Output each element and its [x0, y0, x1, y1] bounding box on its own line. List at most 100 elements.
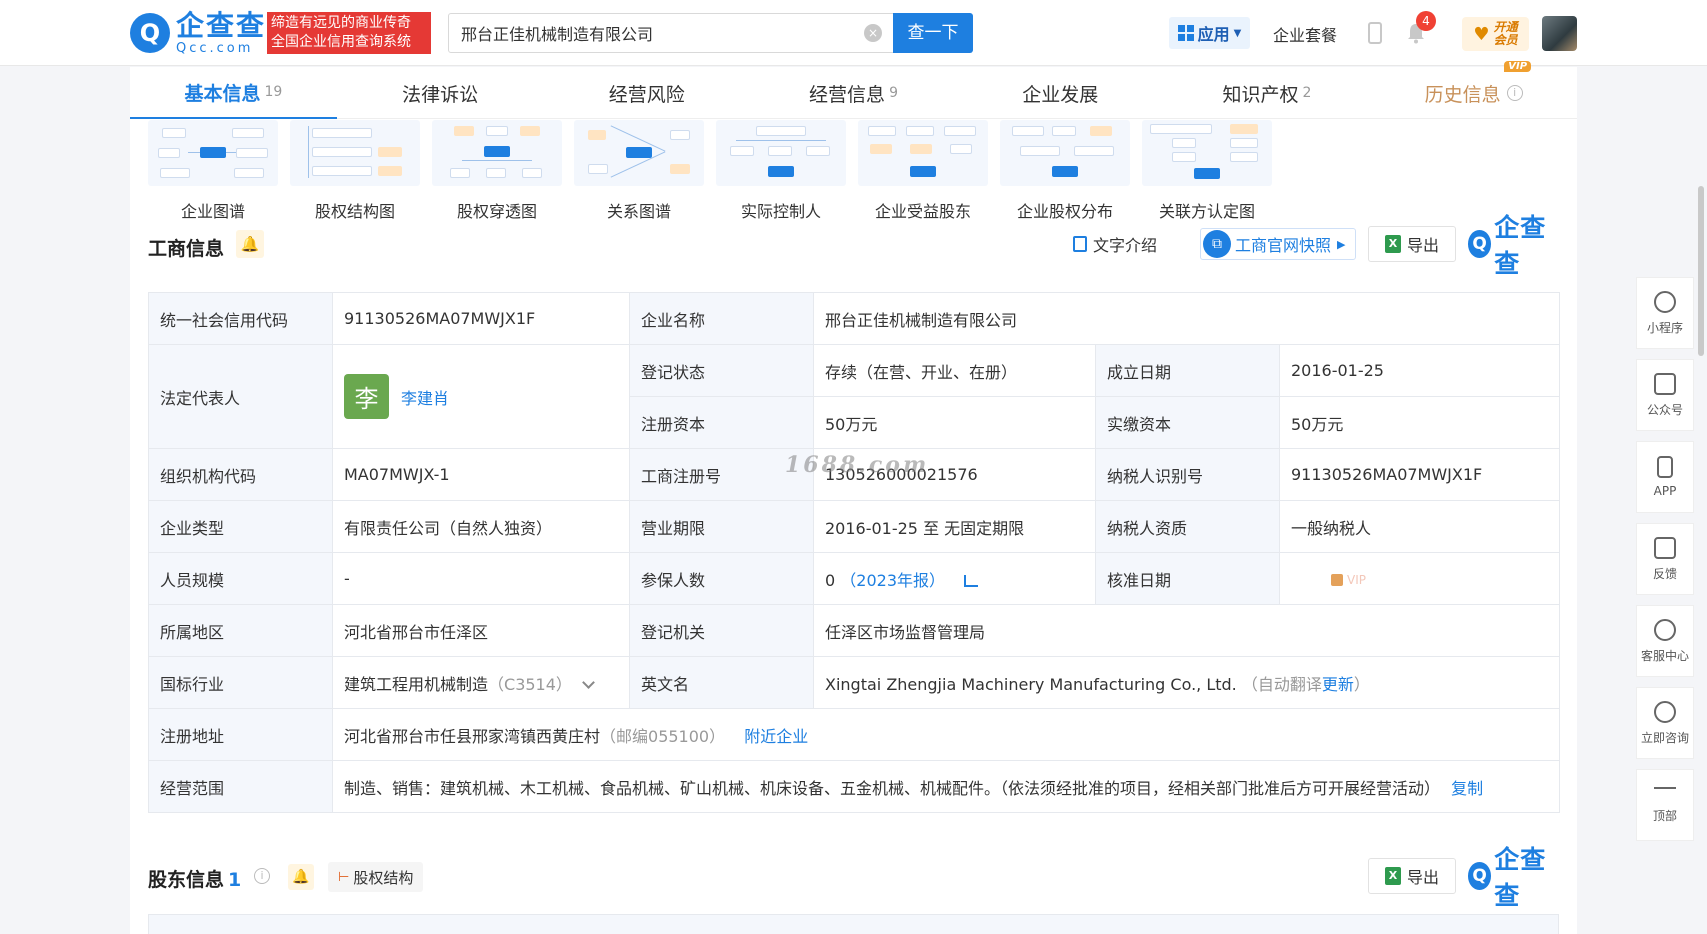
- field-label: 组织机构代码: [148, 448, 333, 501]
- shareholder-count: 1: [228, 869, 242, 891]
- graph-equity-penetration[interactable]: 股权穿透图: [432, 120, 562, 222]
- annual-report-link[interactable]: （2023年报）: [840, 571, 945, 590]
- field-label: 所属地区: [148, 604, 333, 657]
- graph-relations[interactable]: 关系图谱: [574, 120, 704, 222]
- clear-search-icon[interactable]: ×: [864, 24, 882, 42]
- scan-icon: [1654, 372, 1676, 395]
- table-row: 人员规模 - 参保人数 0 （2023年报） 核准日期 VIP: [148, 552, 1560, 605]
- legal-rep-link[interactable]: 李建肖: [401, 385, 449, 409]
- watermark: 1688.com: [785, 452, 930, 478]
- document-icon: [1073, 236, 1087, 252]
- graph-related-parties[interactable]: 关联方认定图: [1142, 120, 1272, 222]
- info-icon[interactable]: i: [254, 868, 270, 884]
- field-label: 纳税人识别号: [1095, 448, 1280, 501]
- floating-toolbar: 小程序 公众号 APP 反馈 客服中心 立即咨询 顶部: [1636, 277, 1694, 841]
- field-label: 成立日期: [1095, 344, 1280, 397]
- subscribe-bell-icon[interactable]: 🔔: [288, 864, 314, 890]
- english-name-value: Xingtai Zhengjia Machinery Manufacturing…: [825, 674, 1237, 694]
- field-label: 登记机关: [629, 604, 814, 657]
- user-avatar[interactable]: [1542, 16, 1577, 51]
- app-download-button[interactable]: APP: [1636, 441, 1694, 513]
- trend-chart-icon[interactable]: [964, 575, 979, 587]
- consult-now-button[interactable]: 立即咨询: [1636, 687, 1694, 759]
- official-snapshot-button[interactable]: ⧉ 工商官网快照 ▶: [1200, 228, 1356, 260]
- graph-shortcuts: 企业图谱 股权结构图 股权穿透图 关系图谱 实际控制人 企业受益股东 企业股权分…: [148, 120, 1272, 222]
- search-input[interactable]: [448, 13, 894, 53]
- field-label: 参保人数: [629, 552, 814, 605]
- subscribe-bell-icon[interactable]: 🔔: [236, 230, 264, 258]
- update-translation-link[interactable]: 更新: [1322, 675, 1354, 694]
- equity-penetration-thumbnail: [432, 120, 562, 186]
- structure-icon: ⊢: [338, 869, 350, 885]
- scrollbar[interactable]: [1698, 186, 1704, 356]
- field-label: 企业名称: [629, 292, 814, 345]
- official-account-button[interactable]: 公众号: [1636, 359, 1694, 431]
- field-label: 实缴资本: [1095, 396, 1280, 449]
- arrow-up-icon: [1654, 786, 1676, 801]
- graph-beneficial-owners[interactable]: 企业受益股东: [858, 120, 988, 222]
- insured-count-value: 0: [825, 570, 836, 590]
- company-name-value: 邢台正佳机械制造有限公司: [813, 292, 1560, 345]
- feedback-button[interactable]: 反馈: [1636, 523, 1694, 595]
- apps-button[interactable]: 应用 ▼: [1169, 17, 1250, 49]
- field-label: 企业类型: [148, 500, 333, 553]
- chevron-down-icon[interactable]: [582, 675, 595, 689]
- graph-equity-distribution[interactable]: 企业股权分布: [1000, 120, 1130, 222]
- main-content: 基本信息 19 法律诉讼 经营风险 经营信息 9 企业发展 知识产权 2 历史信息 i…: [130, 61, 1577, 934]
- tab-risk[interactable]: 经营风险: [543, 67, 750, 119]
- enterprise-graph-thumbnail: [148, 120, 278, 186]
- excel-icon: X: [1384, 867, 1401, 885]
- business-info-header: 工商信息 🔔 文字介绍 ⧉ 工商官网快照 ▶ X 导出 Q 企查查: [148, 213, 1559, 278]
- text-intro-button[interactable]: 文字介绍: [1073, 232, 1157, 256]
- graph-enterprise[interactable]: 企业图谱: [148, 120, 278, 222]
- table-row: 统一社会信用代码 91130526MA07MWJX1F 企业名称 邢台正佳机械制…: [148, 292, 1560, 345]
- link-icon: [1654, 290, 1676, 313]
- field-label: 注册资本: [629, 396, 814, 449]
- business-scope-value: 制造、销售：建筑机械、木工机械、食品机械、矿山机械、机床设备、五金机械、机械配件…: [344, 778, 1441, 798]
- mobile-app-icon[interactable]: [1368, 22, 1382, 44]
- tab-operation[interactable]: 经营信息 9: [750, 67, 957, 119]
- search-button[interactable]: 查一下: [893, 13, 973, 53]
- field-label: 统一社会信用代码: [148, 292, 333, 345]
- table-row: 法定代表人 李 李建肖 登记状态 存续（在营、开业、在册） 成立日期 2016-…: [148, 344, 1560, 449]
- headset-icon: [1654, 618, 1676, 641]
- equity-structure-button[interactable]: ⊢ 股权结构: [328, 862, 424, 892]
- found-date-value: 2016-01-25: [1279, 344, 1560, 397]
- graph-actual-controller[interactable]: 实际控制人: [716, 120, 846, 222]
- insured-count-cell: 0 （2023年报）: [813, 552, 1096, 605]
- qcc-logo-icon: Q: [1468, 230, 1492, 258]
- taxpayer-id-value: 91130526MA07MWJX1F: [1279, 448, 1560, 501]
- open-vip-button[interactable]: ♥ 开通 会员: [1462, 17, 1529, 51]
- qcc-brand-logo: Q 企查查: [1468, 845, 1559, 910]
- industry-value: 建筑工程用机械制造: [344, 674, 489, 694]
- tab-ip[interactable]: 知识产权 2: [1164, 67, 1371, 119]
- info-icon: i: [1506, 85, 1523, 101]
- enterprise-package-link[interactable]: 企业套餐: [1273, 22, 1337, 46]
- customer-service-button[interactable]: 客服中心: [1636, 605, 1694, 677]
- graph-equity-structure[interactable]: 股权结构图: [290, 120, 420, 222]
- tab-history[interactable]: 历史信息 i VIP: [1370, 61, 1577, 119]
- industry-cell[interactable]: 建筑工程用机械制造（C3514）: [332, 656, 630, 709]
- tab-basic-info[interactable]: 基本信息 19: [130, 67, 337, 119]
- shareholder-header: 股东信息 1 i 🔔 ⊢ 股权结构 X 导出 Q 企查查: [148, 845, 1559, 910]
- vip-locked-value: VIP: [1347, 573, 1366, 587]
- slogan-banner: 缔造有远见的商业传奇 全国企业信用查询系统: [267, 12, 431, 54]
- legal-rep-avatar: 李: [344, 374, 389, 419]
- mini-program-button[interactable]: 小程序: [1636, 277, 1694, 349]
- notification-badge: 4: [1416, 11, 1436, 31]
- vip-badge: VIP: [1504, 61, 1532, 72]
- copy-button[interactable]: 复制: [1451, 779, 1483, 798]
- tab-legal[interactable]: 法律诉讼: [337, 67, 544, 119]
- export-button[interactable]: X 导出: [1368, 226, 1456, 262]
- nearby-companies-link[interactable]: 附近企业: [744, 727, 808, 746]
- reg-capital-value: 50万元: [813, 396, 1096, 449]
- company-type-value: 有限责任公司（自然人独资）: [332, 500, 630, 553]
- qcc-logo-icon: Q: [1468, 862, 1492, 890]
- tab-development[interactable]: 企业发展: [957, 67, 1164, 119]
- approval-date-cell[interactable]: VIP: [1279, 552, 1560, 605]
- export-button[interactable]: X 导出: [1368, 858, 1456, 894]
- caret-right-icon: ▶: [1337, 237, 1346, 251]
- status-value: 存续（在营、开业、在册）: [813, 344, 1096, 397]
- logo[interactable]: Q 企查查 Qcc.com: [130, 11, 266, 55]
- back-to-top-button[interactable]: 顶部: [1636, 769, 1694, 841]
